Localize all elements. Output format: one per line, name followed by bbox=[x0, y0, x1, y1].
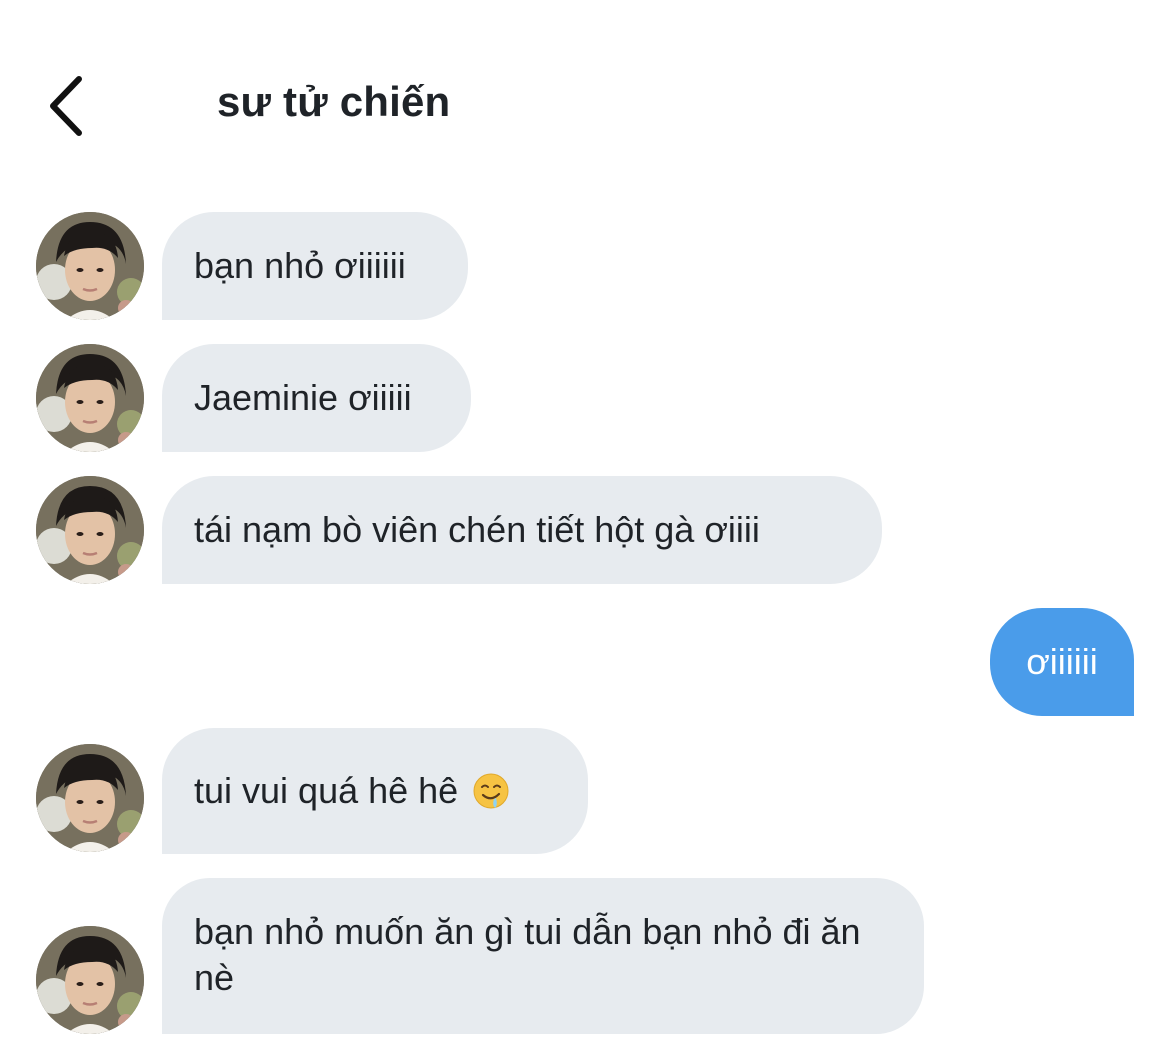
message-row: bạn nhỏ ơiiiiii bbox=[0, 212, 1169, 320]
message-text: tái nạm bò viên chén tiết hột gà ơiiii bbox=[194, 509, 760, 550]
chevron-left-icon bbox=[50, 76, 82, 136]
message-text: Jaeminie ơiiiii bbox=[194, 377, 412, 418]
message-row: tui vui quá hê hê bbox=[0, 728, 1169, 854]
contact-avatar[interactable] bbox=[36, 926, 144, 1034]
avatar-photo bbox=[36, 344, 144, 452]
incoming-message-bubble[interactable]: tái nạm bò viên chén tiết hột gà ơiiii bbox=[162, 476, 882, 584]
contact-avatar[interactable] bbox=[36, 744, 144, 852]
contact-avatar[interactable] bbox=[36, 476, 144, 584]
incoming-message-bubble[interactable]: bạn nhỏ ơiiiiii bbox=[162, 212, 468, 320]
chat-screen: sư tử chiến bạn nhỏ ơiiiiii Jaeminie ơii… bbox=[0, 0, 1169, 1043]
message-text: ơiiiiii bbox=[1026, 641, 1098, 682]
contact-name: sư tử chiến bbox=[217, 78, 451, 125]
contact-avatar[interactable] bbox=[36, 344, 144, 452]
outgoing-message-bubble[interactable]: ơiiiiii bbox=[990, 608, 1134, 716]
avatar-photo bbox=[36, 476, 144, 584]
avatar-photo bbox=[36, 212, 144, 320]
message-text: tui vui quá hê hê bbox=[194, 770, 459, 811]
drooling-face-emoji-icon bbox=[472, 772, 510, 810]
back-button[interactable] bbox=[30, 64, 100, 148]
message-text: bạn nhỏ muốn ăn gì tui dẫn bạn nhỏ đi ăn… bbox=[194, 911, 861, 998]
avatar-photo bbox=[36, 744, 144, 852]
message-text: bạn nhỏ ơiiiiii bbox=[194, 245, 406, 286]
message-row: Jaeminie ơiiiii bbox=[0, 344, 1169, 452]
avatar-photo bbox=[36, 926, 144, 1034]
message-row: ơiiiiii bbox=[0, 608, 1169, 716]
message-row: tái nạm bò viên chén tiết hột gà ơiiii bbox=[0, 476, 1169, 584]
contact-avatar[interactable] bbox=[36, 212, 144, 320]
incoming-message-bubble[interactable]: tui vui quá hê hê bbox=[162, 728, 588, 854]
incoming-message-bubble[interactable]: Jaeminie ơiiiii bbox=[162, 344, 471, 452]
incoming-message-bubble[interactable]: bạn nhỏ muốn ăn gì tui dẫn bạn nhỏ đi ăn… bbox=[162, 878, 924, 1034]
message-row: bạn nhỏ muốn ăn gì tui dẫn bạn nhỏ đi ăn… bbox=[0, 878, 1169, 1034]
chat-header: sư tử chiến bbox=[0, 0, 1169, 190]
